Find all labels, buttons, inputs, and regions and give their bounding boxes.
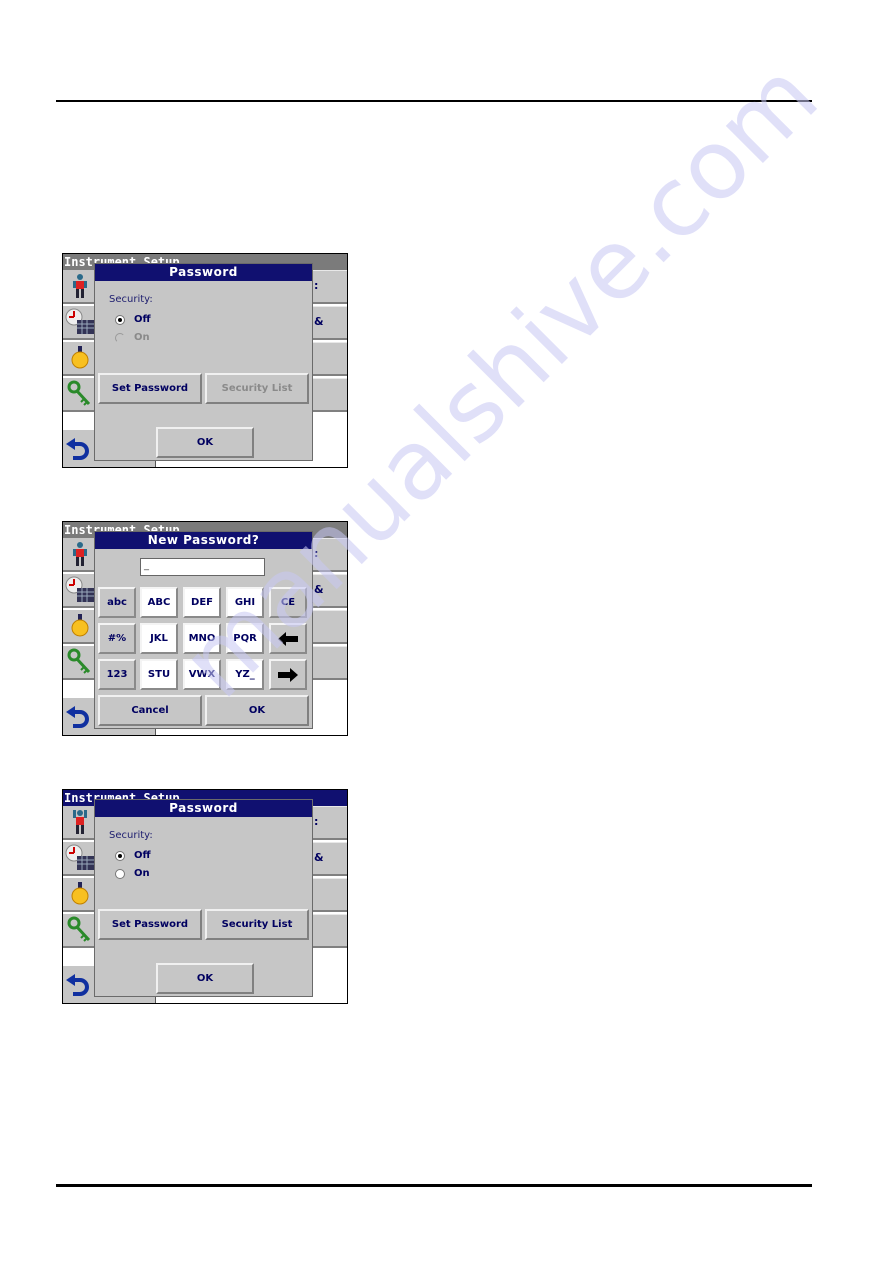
key-backspace[interactable]	[269, 623, 307, 654]
arrow-right-icon	[278, 667, 298, 682]
radio-disabled-icon	[115, 332, 125, 343]
radio-checked-icon[interactable]	[115, 850, 125, 861]
password-dialog: Password Security: Off On Set Password S…	[94, 263, 313, 461]
key-jkl[interactable]: JKL	[140, 623, 178, 654]
date-time-button[interactable]	[63, 842, 96, 876]
lamp-icon	[71, 346, 88, 369]
lamp-button[interactable]	[63, 878, 96, 912]
right-option-2[interactable]: &	[313, 574, 347, 608]
operator-id-icon	[72, 810, 87, 834]
operator-id-button[interactable]	[63, 270, 96, 304]
dialog-title: New Password?	[95, 532, 312, 549]
ok-button[interactable]: OK	[156, 963, 254, 994]
security-off-option[interactable]: Off	[115, 850, 151, 861]
back-arrow-icon	[66, 705, 89, 728]
right-option-4[interactable]	[313, 646, 347, 680]
password-button[interactable]	[63, 646, 96, 680]
key-def[interactable]: DEF	[183, 587, 221, 618]
operator-id-button[interactable]	[63, 538, 96, 572]
right-option-4[interactable]	[313, 914, 347, 948]
right-option-2[interactable]: &	[313, 842, 347, 876]
key-symbols[interactable]: #%	[98, 623, 136, 654]
right-option-2[interactable]: &	[313, 306, 347, 340]
date-time-icon	[65, 844, 94, 870]
right-option-3[interactable]	[313, 342, 347, 376]
footer-rule	[56, 1184, 812, 1187]
option-label: Off	[134, 314, 151, 325]
lamp-icon	[71, 882, 88, 905]
screenshot-password-security-list-enabled: Instrument Setup : & Password Security: …	[62, 789, 348, 1004]
option-label: On	[134, 868, 150, 879]
security-label: Security:	[109, 294, 153, 305]
set-password-button[interactable]: Set Password	[98, 909, 202, 940]
right-option-3[interactable]	[313, 878, 347, 912]
key-yz-underscore[interactable]: YZ_	[226, 659, 264, 690]
key-stu[interactable]: STU	[140, 659, 178, 690]
operator-id-icon	[72, 542, 87, 566]
right-option-1[interactable]: :	[313, 270, 347, 304]
password-button[interactable]	[63, 914, 96, 948]
security-on-option[interactable]: On	[115, 868, 150, 879]
key-vwx[interactable]: VWX	[183, 659, 221, 690]
key-abc[interactable]: ABC	[140, 587, 178, 618]
operator-id-icon	[72, 274, 87, 298]
date-time-icon	[65, 308, 94, 334]
key-clear-entry[interactable]: CE	[269, 587, 307, 618]
option-label: Off	[134, 850, 151, 861]
dialog-title: Password	[95, 800, 312, 817]
key-mno[interactable]: MNO	[183, 623, 221, 654]
screenshot-new-password-keypad: Instrument Setup : & New Password? _ abc…	[62, 521, 348, 736]
security-on-option: On	[115, 332, 150, 343]
date-time-icon	[65, 576, 94, 602]
security-list-button: Security List	[205, 373, 309, 404]
key-ghi[interactable]: GHI	[226, 587, 264, 618]
lamp-button[interactable]	[63, 342, 96, 376]
password-button[interactable]	[63, 378, 96, 412]
lamp-icon	[71, 614, 88, 637]
key-numbers[interactable]: 123	[98, 659, 136, 690]
key-forward[interactable]	[269, 659, 307, 690]
lamp-button[interactable]	[63, 610, 96, 644]
new-password-dialog: New Password? _ abc ABC DEF GHI CE #% JK…	[94, 531, 313, 729]
dialog-title: Password	[95, 264, 312, 281]
header-rule	[56, 100, 812, 102]
right-option-1[interactable]: :	[313, 538, 347, 572]
key-pqr[interactable]: PQR	[226, 623, 264, 654]
right-option-4[interactable]	[313, 378, 347, 412]
security-off-option[interactable]: Off	[115, 314, 151, 325]
right-option-1[interactable]: :	[313, 806, 347, 840]
operator-id-button[interactable]	[63, 806, 96, 840]
radio-checked-icon[interactable]	[115, 314, 125, 325]
security-list-button[interactable]: Security List	[205, 909, 309, 940]
screenshot-password-security-off: Instrument Setup : & Password Security: …	[62, 253, 348, 468]
back-arrow-icon	[66, 973, 89, 996]
password-key-icon	[67, 648, 90, 674]
security-label: Security:	[109, 830, 153, 841]
radio-unchecked-icon[interactable]	[115, 868, 125, 879]
ok-button[interactable]: OK	[156, 427, 254, 458]
password-dialog: Password Security: Off On Set Password S…	[94, 799, 313, 997]
key-lowercase[interactable]: abc	[98, 587, 136, 618]
password-key-icon	[67, 380, 90, 406]
set-password-button[interactable]: Set Password	[98, 373, 202, 404]
password-key-icon	[67, 916, 90, 942]
arrow-left-icon	[278, 631, 298, 646]
date-time-button[interactable]	[63, 574, 96, 608]
date-time-button[interactable]	[63, 306, 96, 340]
password-input[interactable]: _	[140, 558, 265, 576]
right-option-3[interactable]	[313, 610, 347, 644]
back-arrow-icon	[66, 437, 89, 460]
cancel-button[interactable]: Cancel	[98, 695, 202, 726]
ok-button[interactable]: OK	[205, 695, 309, 726]
option-label: On	[134, 332, 150, 343]
